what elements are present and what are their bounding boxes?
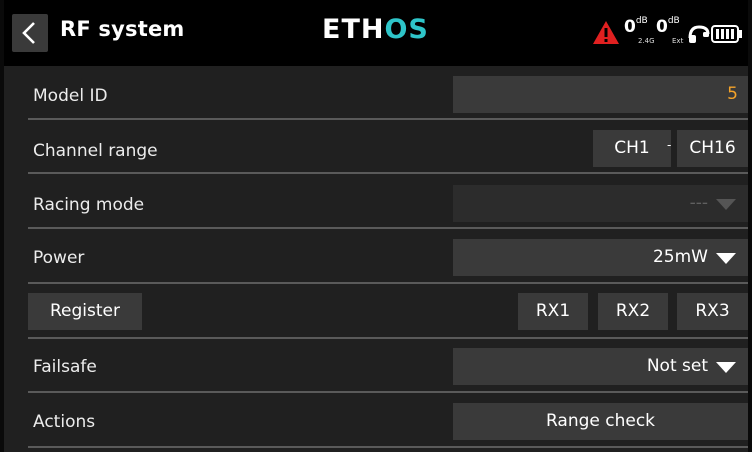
ethos-logo: ETHOS — [322, 14, 429, 45]
battery-icon[interactable] — [711, 25, 743, 43]
rx1-button[interactable]: RX1 — [518, 293, 588, 330]
warning-triangle-icon[interactable] — [592, 20, 620, 45]
channel-range-label: Channel range — [33, 141, 158, 161]
signal-2-4g-value: 0 — [624, 17, 636, 37]
failsafe-value: Not set — [646, 356, 708, 376]
actions-label: Actions — [33, 412, 96, 432]
back-button[interactable] — [12, 14, 48, 52]
headphone-icon[interactable] — [688, 24, 710, 44]
power-value: 25mW — [652, 247, 708, 267]
page-title: RF system — [60, 17, 185, 41]
rx3-button[interactable]: RX3 — [677, 293, 748, 330]
channel-range-end-field[interactable]: CH16 — [677, 130, 748, 167]
range-check-button[interactable]: Range check — [453, 403, 748, 440]
row-divider — [28, 282, 748, 284]
logo-part-1: ETH — [322, 14, 385, 45]
chevron-left-icon — [22, 22, 35, 44]
top-bar: RF system ETHOS 0dB 2.4G 0dB Ext — [4, 0, 748, 66]
power-select[interactable]: 25mW — [453, 239, 748, 276]
signal-ext-band: Ext — [672, 37, 684, 45]
signal-ext-unit: dB — [667, 16, 680, 26]
rx2-button[interactable]: RX2 — [598, 293, 668, 330]
row-divider — [28, 227, 748, 229]
row-divider — [28, 172, 748, 174]
racing-mode-select: --- — [453, 185, 748, 222]
failsafe-label: Failsafe — [33, 357, 97, 377]
model-id-field[interactable]: 5 — [453, 76, 748, 113]
failsafe-select[interactable]: Not set — [453, 348, 748, 385]
racing-mode-label: Racing mode — [33, 195, 145, 215]
signal-2-4g-band: 2.4G — [638, 37, 655, 45]
screen: RF system ETHOS 0dB 2.4G 0dB Ext Model I… — [4, 0, 748, 452]
power-label: Power — [33, 248, 85, 268]
signal-2-4g-indicator: 0dB 2.4G — [624, 16, 655, 45]
row-divider — [28, 391, 748, 393]
racing-mode-value: --- — [689, 193, 708, 213]
chevron-down-icon — [716, 362, 736, 373]
chevron-down-icon — [716, 199, 736, 210]
row-divider — [28, 446, 748, 448]
row-divider — [28, 337, 748, 339]
model-id-label: Model ID — [33, 86, 108, 106]
signal-ext-value: 0 — [656, 17, 668, 37]
register-button[interactable]: Register — [28, 293, 142, 330]
logo-part-2: OS — [384, 14, 429, 45]
channel-range-separator: - — [667, 138, 672, 152]
signal-ext-indicator: 0dB Ext — [656, 16, 683, 45]
signal-2-4g-unit: dB — [635, 16, 648, 26]
model-id-value: 5 — [727, 84, 738, 104]
chevron-down-icon — [716, 253, 736, 264]
row-divider — [28, 118, 748, 120]
channel-range-start-field[interactable]: CH1 — [593, 130, 671, 167]
